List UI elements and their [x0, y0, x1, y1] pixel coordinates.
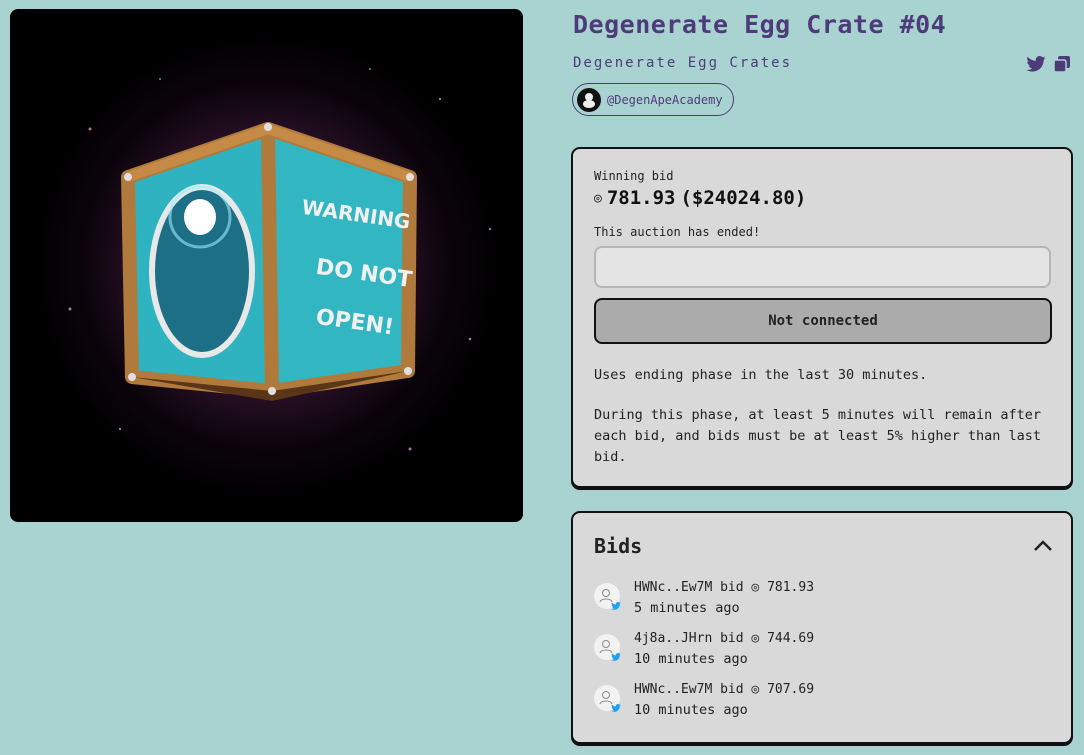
- collection-link[interactable]: Degenerate Egg Crates: [573, 55, 792, 71]
- bidder-avatar: [594, 634, 621, 661]
- copy-icon[interactable]: [1054, 56, 1070, 72]
- bid-amount: 707.69: [767, 682, 815, 697]
- ending-phase-info: Uses ending phase in the last 30 minutes…: [594, 367, 928, 383]
- twitter-icon[interactable]: [1026, 56, 1046, 72]
- twitter-icon: [611, 602, 621, 610]
- twitter-icon: [611, 704, 621, 712]
- page-title: Degenerate Egg Crate #04: [573, 10, 947, 39]
- bids-title: Bids: [594, 534, 643, 558]
- bids-panel: Bids HWNc..Ew7M bid ◎ 781.93 5 minutes a…: [571, 511, 1073, 744]
- sol-icon: ◎: [594, 190, 602, 206]
- bid-time: 10 minutes ago: [634, 702, 748, 718]
- ending-phase-details: During this phase, at least 5 minutes wi…: [594, 407, 1042, 465]
- creator-avatar: [577, 87, 601, 112]
- creator-badge[interactable]: @DegenApeAcademy: [572, 83, 734, 116]
- sol-icon: ◎: [751, 631, 760, 646]
- bid-amount: 744.69: [767, 631, 815, 646]
- winning-usd: ($24024.80): [680, 187, 807, 209]
- bidder-address[interactable]: HWNc..Ew7M: [634, 682, 712, 697]
- chevron-up-icon[interactable]: [1033, 537, 1053, 556]
- social-links: [1026, 56, 1070, 72]
- bid-verb: bid: [720, 682, 744, 697]
- auction-status: This auction has ended!: [594, 225, 761, 239]
- bid-amount: 781.93: [767, 580, 815, 595]
- twitter-icon: [611, 653, 621, 661]
- bid-verb: bid: [720, 580, 744, 595]
- bidder-address[interactable]: 4j8a..JHrn: [634, 631, 712, 646]
- winning-bid-value: ◎ 781.93 ($24024.80): [594, 187, 806, 209]
- bidder-avatar: [594, 583, 621, 610]
- winning-amount: 781.93: [606, 187, 676, 209]
- list-item: HWNc..Ew7M bid ◎ 781.93 5 minutes ago: [594, 578, 814, 618]
- bid-amount-input[interactable]: [594, 246, 1051, 288]
- connect-wallet-button[interactable]: Not connected: [594, 298, 1052, 344]
- sol-icon: ◎: [751, 580, 760, 595]
- bid-time: 5 minutes ago: [634, 600, 740, 616]
- sol-icon: ◎: [751, 682, 760, 697]
- winning-bid-label: Winning bid: [594, 169, 674, 183]
- bidder-avatar: [594, 685, 621, 712]
- egg-crate-artwork: WARNING DO NOT OPEN!: [10, 9, 523, 522]
- bidder-address[interactable]: HWNc..Ew7M: [634, 580, 712, 595]
- bid-verb: bid: [720, 631, 744, 646]
- list-item: 4j8a..JHrn bid ◎ 744.69 10 minutes ago: [594, 629, 814, 669]
- auction-panel: Winning bid ◎ 781.93 ($24024.80) This au…: [571, 147, 1073, 488]
- creator-handle: @DegenApeAcademy: [607, 92, 723, 107]
- bid-time: 10 minutes ago: [634, 651, 748, 667]
- crate-illustration: WARNING DO NOT OPEN!: [68, 68, 492, 451]
- list-item: HWNc..Ew7M bid ◎ 707.69 10 minutes ago: [594, 680, 814, 720]
